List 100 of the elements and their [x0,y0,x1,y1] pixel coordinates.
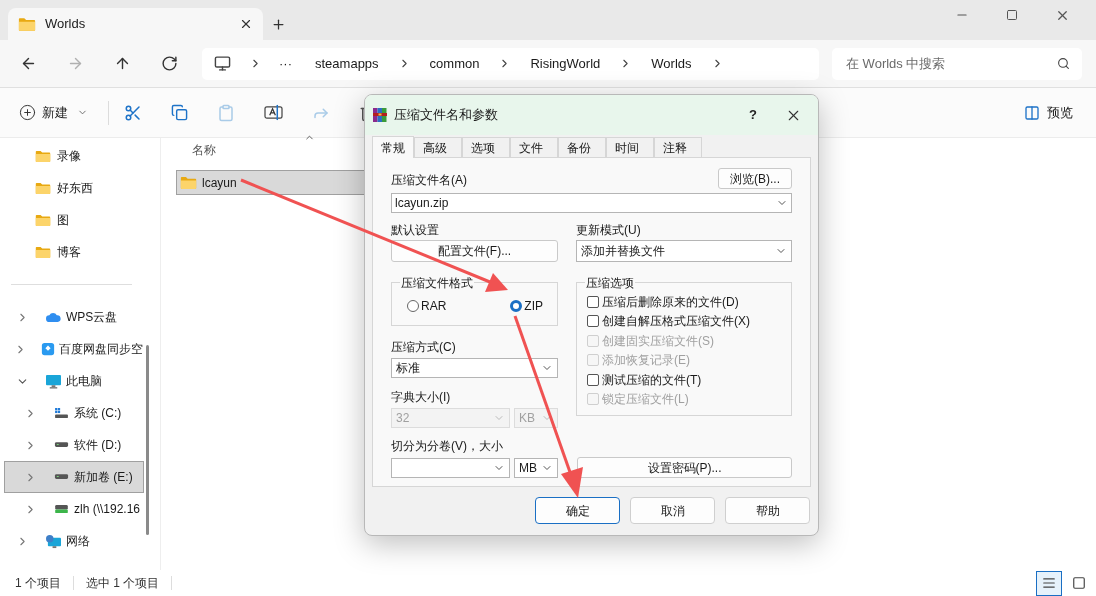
breadcrumb-item[interactable]: common [429,53,480,74]
monitor-icon [214,55,231,72]
tree-item[interactable]: 软件 (D:) [4,429,144,461]
view-toggle-button[interactable] [1036,570,1062,596]
dialog-tab[interactable]: 高级 [414,137,462,157]
folder-icon [18,16,36,32]
column-header[interactable]: 名称 [192,141,216,159]
tree-item[interactable]: 百度网盘同步空 [4,333,144,365]
item-count: 1 个项目 [15,575,61,592]
tile-view-icon [1072,576,1086,590]
dialog-tab[interactable]: 选项 [462,137,510,157]
folder-icon [35,213,51,227]
checkbox-label: 添加恢复记录(E) [602,352,690,370]
dialog-tab[interactable]: 常规 [372,136,414,158]
rename-icon[interactable] [264,104,283,121]
tree-item-label: 百度网盘同步空 [59,341,143,358]
tree-item-label: 软件 (D:) [74,437,122,454]
checkbox-label: 压缩后删除原来的文件(D) [602,293,739,311]
tree-item-label: WPS云盘 [66,309,118,326]
checkbox-label: 锁定压缩文件(L) [602,391,689,409]
method-dropdown[interactable]: 标准 [391,358,558,378]
field-label: 压缩方式(C) [391,339,457,356]
back-arrow-icon[interactable] [20,55,37,72]
field-label: 字典大小(I) [391,389,452,406]
preview-pane-icon [1024,104,1040,121]
tab-title: Worlds [45,15,87,34]
maximize-icon[interactable] [1006,9,1018,21]
copy-icon[interactable] [171,104,188,121]
tree-item-label: 此电脑 [66,373,102,390]
radio-label: RAR [421,298,447,315]
selection-count: 选中 1 个项目 [86,575,160,592]
plus-icon[interactable] [271,16,286,32]
help-button[interactable]: ? [749,105,757,125]
password-button[interactable]: 设置密码(P)... [577,457,792,478]
quick-access-item[interactable]: 好东西 [0,172,148,204]
dialog-title: 压缩文件名和参数 [394,106,499,125]
preview-button[interactable]: 预览 [1024,102,1073,123]
close-icon[interactable] [239,17,253,31]
file-name: lcayun [202,174,237,192]
monitor-icon [45,373,62,389]
tree-item[interactable]: 系统 (C:) [4,397,144,429]
scissors-icon[interactable] [124,103,142,122]
update-mode-dropdown[interactable]: 添加并替换文件 [576,240,792,262]
radio-button[interactable] [407,300,419,312]
tree-item[interactable]: WPS云盘 [4,301,144,333]
address-bar[interactable]: ··· steamapps common RisingWorld Worlds [202,47,819,80]
field-label: 更新模式(U) [576,222,642,239]
group-label: 压缩文件格式 [400,274,474,292]
checkbox[interactable] [587,315,599,328]
radio-button[interactable] [510,300,523,312]
drive-icon [54,474,69,480]
archive-name-field[interactable]: lcayun.zip [391,193,792,213]
circle-plus-icon [19,104,36,121]
tree-item[interactable]: 新加卷 (E:) [4,461,144,493]
refresh-icon[interactable] [161,55,178,72]
tree-item-label: 新加卷 (E:) [74,469,133,486]
dialog-tab[interactable]: 文件 [510,137,558,157]
field-label: 压缩文件名(A) [391,172,467,189]
field-label: 切分为分卷(V)，大小 [391,438,504,455]
profile-button[interactable]: 配置文件(F)... [391,240,558,262]
network-drive-icon [54,504,69,514]
tree-item-label: 网络 [66,533,90,550]
scrollbar-thumb[interactable] [146,345,149,535]
field-label: 默认设置 [391,222,440,239]
folder-icon [180,175,197,190]
cloud-icon [46,312,61,322]
dialog-button[interactable]: 帮助 [725,497,810,524]
breadcrumb-item[interactable]: Worlds [651,53,692,74]
breadcrumb-item[interactable]: steamapps [315,53,379,74]
dialog-tab[interactable]: 时间 [606,137,654,157]
checkbox-label: 创建固实压缩文件(S) [602,332,714,350]
dialog-tab[interactable]: 注释 [654,137,702,157]
dialog-button[interactable]: 取消 [630,497,715,524]
window-tab[interactable]: Worlds [8,8,263,40]
volume-unit-dropdown[interactable]: MB [514,457,558,478]
tree-item[interactable]: zlh (\\192.16 [4,493,144,525]
dialog-button[interactable]: 确定 [535,497,620,524]
checkbox[interactable] [587,295,599,308]
quick-access-item[interactable]: 录像 [0,140,148,172]
system-drive-icon [54,407,69,419]
breadcrumb-overflow[interactable]: ··· [279,53,292,74]
tree-item-label: 系统 (C:) [74,405,122,422]
up-arrow-icon[interactable] [114,55,131,72]
drive-icon [54,442,69,448]
folder-icon [35,181,51,195]
checkbox[interactable] [587,373,599,386]
breadcrumb-item[interactable]: RisingWorld [530,53,601,74]
quick-access-item[interactable]: 博客 [0,236,148,268]
folder-icon [35,245,51,259]
search-field[interactable]: 在 Worlds 中搜索 [832,47,1082,80]
tree-item-label: zlh (\\192.16 [74,501,141,518]
new-button[interactable]: 新建 [19,102,88,123]
dialog-tab[interactable]: 备份 [558,137,606,157]
quick-access-item[interactable]: 图 [0,204,148,236]
tree-item[interactable]: 网络 [4,525,144,557]
archive-books-icon [372,107,388,123]
tree-item[interactable]: 此电脑 [4,365,144,397]
sync-drive-icon [41,342,55,356]
browse-button[interactable]: 浏览(B)... [718,168,792,189]
checkbox-label: 创建自解压格式压缩文件(X) [602,313,750,331]
